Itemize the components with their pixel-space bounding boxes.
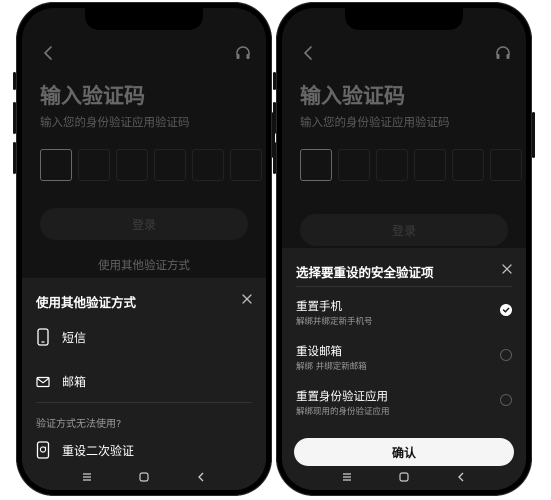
volume-up-button — [13, 102, 16, 134]
unavailable-hint: 验证方式无法使用? — [36, 419, 122, 430]
volume-down-button — [13, 142, 16, 174]
mute-switch — [13, 72, 16, 90]
code-input-row[interactable] — [300, 149, 522, 181]
page-title: 输入验证码 — [300, 84, 405, 108]
phone-left: 输入验证码 输入您的身份验证应用验证码 登录 使用其他验证方式 使用其他验证方式 — [13, 2, 275, 496]
home-icon[interactable] — [138, 471, 150, 483]
back-nav-icon[interactable] — [195, 471, 207, 483]
option-desc: 解绑现用的身份验证应用 — [296, 407, 390, 417]
close-icon[interactable] — [240, 292, 254, 306]
headset-icon[interactable] — [234, 44, 252, 62]
verify-screen: 输入验证码 输入您的身份验证应用验证码 登录 使用其他验证方式 使用其他验证方式 — [22, 8, 266, 490]
check-icon — [502, 307, 510, 313]
back-icon[interactable] — [40, 44, 58, 62]
option-desc: 解绑 并绑定新邮箱 — [296, 362, 367, 372]
back-icon[interactable] — [300, 44, 318, 62]
divider — [296, 286, 512, 287]
menu-icon[interactable] — [81, 471, 93, 483]
phone-icon — [37, 328, 49, 346]
code-digit-box[interactable] — [490, 149, 522, 181]
option-label: 邮箱 — [62, 375, 87, 389]
reset-options-sheet: 选择要重设的安全验证项 重置手机 解绑并绑定新手机号 重设邮箱 解绑 并绑定新邮… — [282, 248, 526, 490]
code-digit-box[interactable] — [78, 149, 110, 181]
notch — [345, 8, 463, 30]
volume-up-button — [273, 102, 276, 134]
code-digit-box[interactable] — [192, 149, 224, 181]
close-icon[interactable] — [500, 262, 514, 276]
option-desc: 解绑并绑定新手机号 — [296, 317, 373, 327]
system-nav-bar — [282, 464, 526, 490]
volume-down-button — [273, 142, 276, 174]
back-nav-icon[interactable] — [455, 471, 467, 483]
code-digit-box[interactable] — [338, 149, 370, 181]
code-digit-box[interactable] — [414, 149, 446, 181]
option-email[interactable]: 邮箱 — [36, 373, 86, 390]
divider — [36, 402, 252, 403]
code-digit-box[interactable] — [40, 149, 72, 181]
system-nav-bar — [22, 464, 266, 490]
mute-switch — [273, 72, 276, 90]
other-methods-sheet: 使用其他验证方式 短信 邮箱 验证方式无法使用? 重设二次验证 — [22, 278, 266, 490]
notch — [85, 8, 203, 30]
headset-icon[interactable] — [494, 44, 512, 62]
mail-icon — [36, 376, 50, 387]
phone-right: 输入验证码 输入您的身份验证应用验证码 登录 选择要重设的安全验证项 重置手机 … — [273, 2, 535, 496]
radio-selected[interactable] — [500, 304, 512, 316]
code-input-row[interactable] — [40, 149, 262, 181]
reset-device-icon — [36, 441, 50, 459]
menu-icon[interactable] — [341, 471, 353, 483]
radio-unselected[interactable] — [500, 349, 512, 361]
code-digit-box[interactable] — [300, 149, 332, 181]
page-subtitle: 输入您的身份验证应用验证码 — [40, 115, 190, 129]
other-methods-link[interactable]: 使用其他验证方式 — [22, 257, 266, 273]
option-title: 重设邮箱 — [296, 344, 342, 358]
option-title: 重置身份验证应用 — [296, 389, 388, 403]
reset-2fa-option[interactable]: 重设二次验证 — [36, 441, 134, 459]
power-button — [532, 112, 535, 158]
option-label: 短信 — [62, 330, 87, 345]
confirm-button[interactable]: 确认 — [294, 438, 514, 466]
home-icon[interactable] — [398, 471, 410, 483]
radio-unselected[interactable] — [500, 394, 512, 406]
option-title: 重置手机 — [296, 299, 342, 313]
login-button[interactable]: 登录 — [40, 208, 248, 240]
page-subtitle: 输入您的身份验证应用验证码 — [300, 115, 450, 129]
code-digit-box[interactable] — [452, 149, 484, 181]
option-sms[interactable]: 短信 — [36, 328, 86, 346]
sheet-title: 选择要重设的安全验证项 — [296, 265, 434, 280]
code-digit-box[interactable] — [116, 149, 148, 181]
option-label: 重设二次验证 — [62, 443, 135, 458]
code-digit-box[interactable] — [230, 149, 262, 181]
login-button[interactable]: 登录 — [300, 214, 508, 246]
code-digit-box[interactable] — [154, 149, 186, 181]
sheet-title: 使用其他验证方式 — [36, 295, 137, 310]
reset-screen: 输入验证码 输入您的身份验证应用验证码 登录 选择要重设的安全验证项 重置手机 … — [282, 8, 526, 490]
code-digit-box[interactable] — [376, 149, 408, 181]
page-title: 输入验证码 — [40, 84, 145, 108]
